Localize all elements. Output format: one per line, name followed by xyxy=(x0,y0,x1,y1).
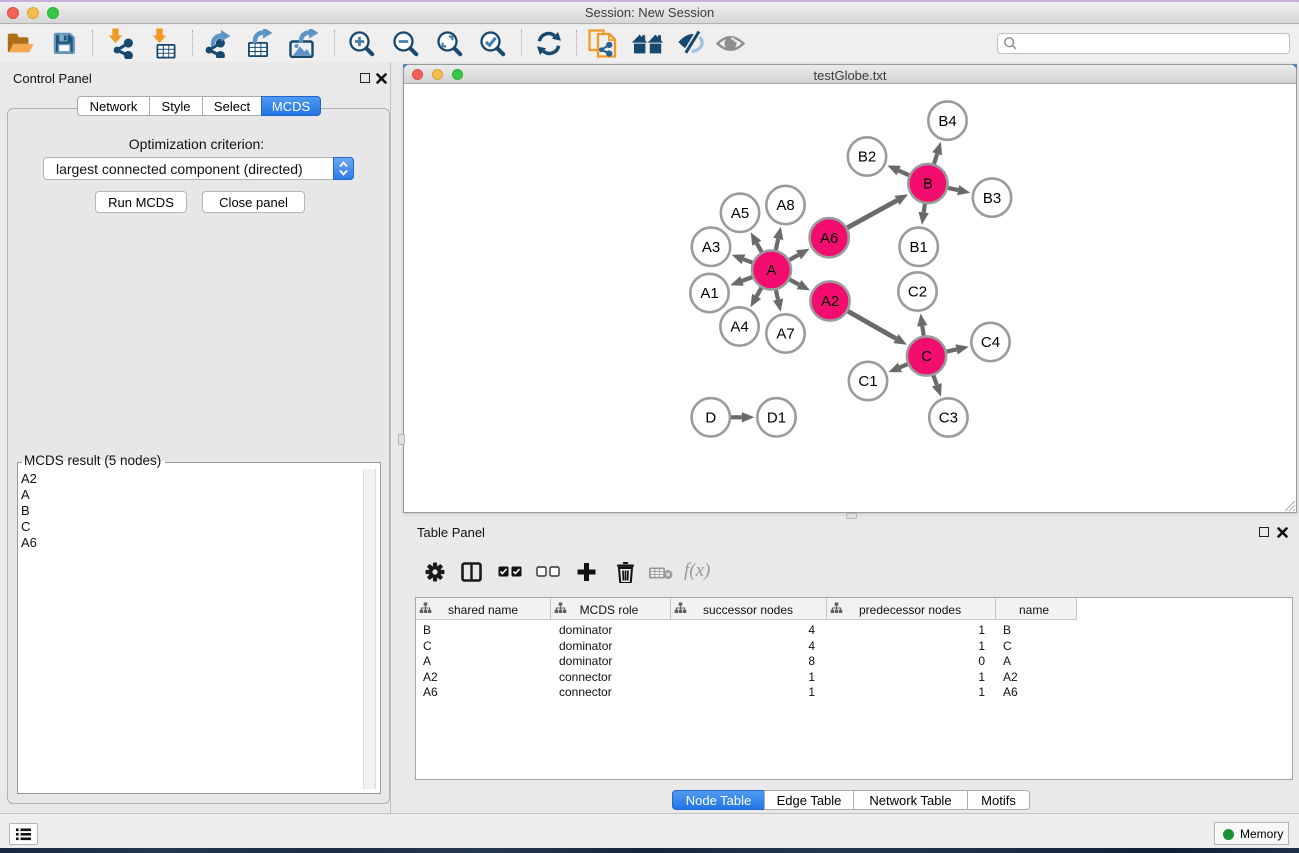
svg-text:C3: C3 xyxy=(939,410,958,427)
svg-text:D: D xyxy=(705,410,716,427)
svg-text:A4: A4 xyxy=(730,319,748,336)
svg-text:C: C xyxy=(921,348,932,365)
svg-text:A7: A7 xyxy=(776,326,794,343)
svg-text:A8: A8 xyxy=(776,197,794,214)
svg-text:B2: B2 xyxy=(858,149,876,166)
svg-text:A1: A1 xyxy=(700,285,718,302)
svg-text:A6: A6 xyxy=(820,230,838,247)
svg-text:B1: B1 xyxy=(910,239,928,256)
svg-text:B3: B3 xyxy=(983,190,1001,207)
svg-text:A: A xyxy=(766,262,776,279)
svg-text:A3: A3 xyxy=(702,239,720,256)
svg-text:D1: D1 xyxy=(767,410,786,427)
svg-text:A2: A2 xyxy=(821,293,839,310)
svg-text:A5: A5 xyxy=(731,205,749,222)
svg-text:C2: C2 xyxy=(908,284,927,301)
svg-text:C4: C4 xyxy=(981,334,1000,351)
svg-text:B: B xyxy=(923,176,933,193)
svg-text:C1: C1 xyxy=(858,373,877,390)
svg-text:B4: B4 xyxy=(938,113,956,130)
